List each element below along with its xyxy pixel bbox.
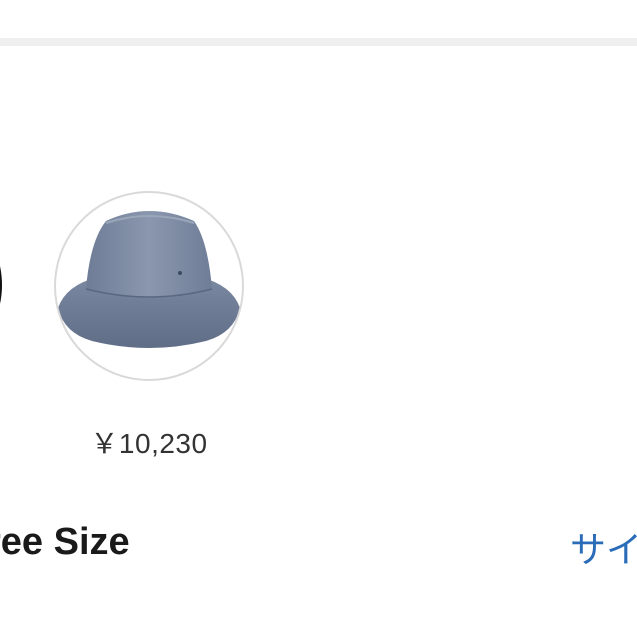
header-divider	[0, 0, 637, 46]
color-option-blue-gray[interactable]	[54, 191, 244, 381]
size-value: ree Size	[0, 521, 130, 563]
color-option-selected[interactable]	[0, 195, 2, 375]
size-guide-link[interactable]: サイ	[570, 521, 637, 573]
product-detail-page: ￥10,230 ree Size サイ	[0, 0, 637, 637]
price-label: ￥10,230	[90, 428, 208, 459]
bucket-hat-icon	[58, 211, 240, 348]
header-area	[0, 0, 637, 38]
